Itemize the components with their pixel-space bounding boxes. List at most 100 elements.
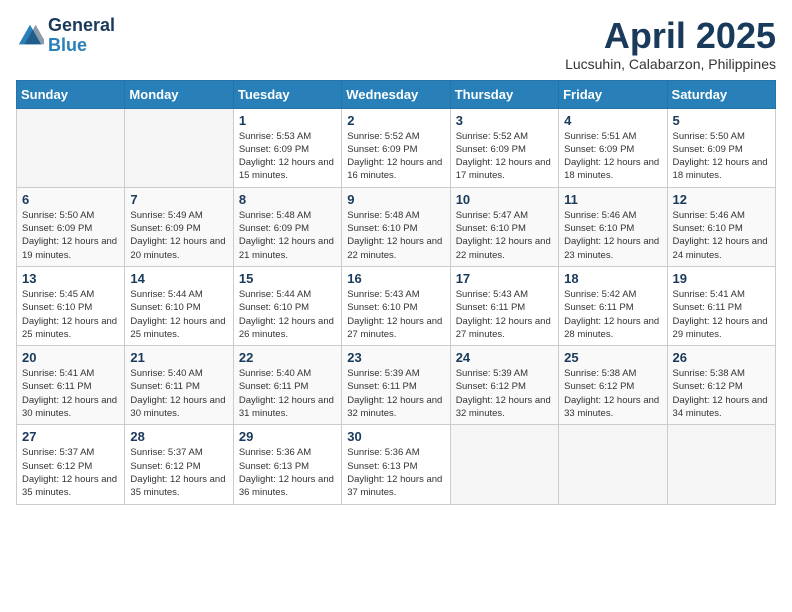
- day-info: Sunrise: 5:43 AM Sunset: 6:10 PM Dayligh…: [347, 288, 444, 341]
- logo-icon: [16, 22, 44, 50]
- day-cell: 13 Sunrise: 5:45 AM Sunset: 6:10 PM Dayli…: [17, 266, 125, 345]
- day-cell: 15Sunrise: 5:44 AM Sunset: 6:10 PM Dayli…: [233, 266, 341, 345]
- day-cell: 9Sunrise: 5:48 AM Sunset: 6:10 PM Daylig…: [342, 187, 450, 266]
- week-row-3: 13 Sunrise: 5:45 AM Sunset: 6:10 PM Dayli…: [17, 266, 776, 345]
- day-cell: 12 Sunrise: 5:46 AM Sunset: 6:10 PM Dayli…: [667, 187, 775, 266]
- day-info: Sunrise: 5:38 AM Sunset: 6:12 PM Dayligh…: [673, 367, 770, 420]
- day-info: Sunrise: 5:38 AM Sunset: 6:12 PM Dayligh…: [564, 367, 661, 420]
- day-cell: 22 Sunrise: 5:40 AM Sunset: 6:11 PM Dayli…: [233, 346, 341, 425]
- day-info: Sunrise: 5:49 AM Sunset: 6:09 PM Dayligh…: [130, 209, 227, 262]
- day-number: 28: [130, 429, 227, 444]
- day-info: Sunrise: 5:41 AM Sunset: 6:11 PM Dayligh…: [673, 288, 770, 341]
- day-info: Sunrise: 5:48 AM Sunset: 6:09 PM Dayligh…: [239, 209, 336, 262]
- day-info: Sunrise: 5:52 AM Sunset: 6:09 PM Dayligh…: [456, 130, 553, 183]
- day-number: 1: [239, 113, 336, 128]
- day-cell: 14 Sunrise: 5:44 AM Sunset: 6:10 PM Dayli…: [125, 266, 233, 345]
- day-info: Sunrise: 5:46 AM Sunset: 6:10 PM Dayligh…: [564, 209, 661, 262]
- day-cell: 5 Sunrise: 5:50 AM Sunset: 6:09 PM Daylig…: [667, 108, 775, 187]
- day-number: 26: [673, 350, 770, 365]
- day-cell: [667, 425, 775, 504]
- day-cell: 25 Sunrise: 5:38 AM Sunset: 6:12 PM Dayli…: [559, 346, 667, 425]
- weekday-header-row: SundayMondayTuesdayWednesdayThursdayFrid…: [17, 80, 776, 108]
- day-number: 24: [456, 350, 553, 365]
- day-number: 14: [130, 271, 227, 286]
- weekday-header-monday: Monday: [125, 80, 233, 108]
- day-cell: 4 Sunrise: 5:51 AM Sunset: 6:09 PM Daylig…: [559, 108, 667, 187]
- day-cell: [559, 425, 667, 504]
- logo-general-text: General: [48, 16, 115, 36]
- day-cell: 21 Sunrise: 5:40 AM Sunset: 6:11 PM Dayli…: [125, 346, 233, 425]
- day-info: Sunrise: 5:36 AM Sunset: 6:13 PM Dayligh…: [347, 446, 444, 499]
- day-cell: 24 Sunrise: 5:39 AM Sunset: 6:12 PM Dayli…: [450, 346, 558, 425]
- day-number: 17: [456, 271, 553, 286]
- day-number: 13: [22, 271, 119, 286]
- day-number: 29: [239, 429, 336, 444]
- day-number: 2: [347, 113, 444, 128]
- day-cell: 3 Sunrise: 5:52 AM Sunset: 6:09 PM Daylig…: [450, 108, 558, 187]
- weekday-header-saturday: Saturday: [667, 80, 775, 108]
- day-info: Sunrise: 5:47 AM Sunset: 6:10 PM Dayligh…: [456, 209, 553, 262]
- day-info: Sunrise: 5:48 AM Sunset: 6:10 PM Dayligh…: [347, 209, 444, 262]
- week-row-1: 1 Sunrise: 5:53 AM Sunset: 6:09 PM Daylig…: [17, 108, 776, 187]
- day-number: 30: [347, 429, 444, 444]
- day-info: Sunrise: 5:40 AM Sunset: 6:11 PM Dayligh…: [239, 367, 336, 420]
- day-number: 18: [564, 271, 661, 286]
- day-cell: 19Sunrise: 5:41 AM Sunset: 6:11 PM Dayli…: [667, 266, 775, 345]
- day-number: 10: [456, 192, 553, 207]
- day-number: 11: [564, 192, 661, 207]
- day-cell: 11 Sunrise: 5:46 AM Sunset: 6:10 PM Dayli…: [559, 187, 667, 266]
- day-number: 5: [673, 113, 770, 128]
- day-number: 6: [22, 192, 119, 207]
- day-info: Sunrise: 5:52 AM Sunset: 6:09 PM Dayligh…: [347, 130, 444, 183]
- day-cell: 30 Sunrise: 5:36 AM Sunset: 6:13 PM Dayli…: [342, 425, 450, 504]
- day-info: Sunrise: 5:39 AM Sunset: 6:12 PM Dayligh…: [456, 367, 553, 420]
- day-info: Sunrise: 5:44 AM Sunset: 6:10 PM Dayligh…: [239, 288, 336, 341]
- day-info: Sunrise: 5:50 AM Sunset: 6:09 PM Dayligh…: [673, 130, 770, 183]
- week-row-5: 27 Sunrise: 5:37 AM Sunset: 6:12 PM Dayli…: [17, 425, 776, 504]
- weekday-header-thursday: Thursday: [450, 80, 558, 108]
- day-cell: 29 Sunrise: 5:36 AM Sunset: 6:13 PM Dayli…: [233, 425, 341, 504]
- day-info: Sunrise: 5:43 AM Sunset: 6:11 PM Dayligh…: [456, 288, 553, 341]
- day-cell: 26 Sunrise: 5:38 AM Sunset: 6:12 PM Dayli…: [667, 346, 775, 425]
- day-cell: 17 Sunrise: 5:43 AM Sunset: 6:11 PM Dayli…: [450, 266, 558, 345]
- weekday-header-tuesday: Tuesday: [233, 80, 341, 108]
- title-area: April 2025 Lucsuhin, Calabarzon, Philipp…: [565, 16, 776, 72]
- day-cell: [125, 108, 233, 187]
- day-cell: 27 Sunrise: 5:37 AM Sunset: 6:12 PM Dayli…: [17, 425, 125, 504]
- weekday-header-wednesday: Wednesday: [342, 80, 450, 108]
- day-number: 16: [347, 271, 444, 286]
- day-number: 3: [456, 113, 553, 128]
- day-number: 12: [673, 192, 770, 207]
- logo-blue-text: Blue: [48, 36, 115, 56]
- day-info: Sunrise: 5:37 AM Sunset: 6:12 PM Dayligh…: [22, 446, 119, 499]
- day-info: Sunrise: 5:36 AM Sunset: 6:13 PM Dayligh…: [239, 446, 336, 499]
- day-cell: 6 Sunrise: 5:50 AM Sunset: 6:09 PM Daylig…: [17, 187, 125, 266]
- calendar-table: SundayMondayTuesdayWednesdayThursdayFrid…: [16, 80, 776, 505]
- day-cell: 28 Sunrise: 5:37 AM Sunset: 6:12 PM Dayli…: [125, 425, 233, 504]
- location-title: Lucsuhin, Calabarzon, Philippines: [565, 56, 776, 72]
- day-number: 7: [130, 192, 227, 207]
- logo: General Blue: [16, 16, 115, 56]
- day-number: 25: [564, 350, 661, 365]
- day-cell: 20Sunrise: 5:41 AM Sunset: 6:11 PM Dayli…: [17, 346, 125, 425]
- day-info: Sunrise: 5:40 AM Sunset: 6:11 PM Dayligh…: [130, 367, 227, 420]
- day-info: Sunrise: 5:45 AM Sunset: 6:10 PM Dayligh…: [22, 288, 119, 341]
- month-title: April 2025: [565, 16, 776, 56]
- day-info: Sunrise: 5:37 AM Sunset: 6:12 PM Dayligh…: [130, 446, 227, 499]
- day-cell: 2 Sunrise: 5:52 AM Sunset: 6:09 PM Daylig…: [342, 108, 450, 187]
- day-info: Sunrise: 5:53 AM Sunset: 6:09 PM Dayligh…: [239, 130, 336, 183]
- day-number: 21: [130, 350, 227, 365]
- weekday-header-sunday: Sunday: [17, 80, 125, 108]
- day-info: Sunrise: 5:44 AM Sunset: 6:10 PM Dayligh…: [130, 288, 227, 341]
- day-number: 27: [22, 429, 119, 444]
- day-cell: 1 Sunrise: 5:53 AM Sunset: 6:09 PM Daylig…: [233, 108, 341, 187]
- week-row-2: 6 Sunrise: 5:50 AM Sunset: 6:09 PM Daylig…: [17, 187, 776, 266]
- day-cell: 10 Sunrise: 5:47 AM Sunset: 6:10 PM Dayli…: [450, 187, 558, 266]
- day-number: 22: [239, 350, 336, 365]
- day-info: Sunrise: 5:46 AM Sunset: 6:10 PM Dayligh…: [673, 209, 770, 262]
- day-info: Sunrise: 5:42 AM Sunset: 6:11 PM Dayligh…: [564, 288, 661, 341]
- day-info: Sunrise: 5:51 AM Sunset: 6:09 PM Dayligh…: [564, 130, 661, 183]
- day-info: Sunrise: 5:50 AM Sunset: 6:09 PM Dayligh…: [22, 209, 119, 262]
- day-number: 4: [564, 113, 661, 128]
- day-cell: [450, 425, 558, 504]
